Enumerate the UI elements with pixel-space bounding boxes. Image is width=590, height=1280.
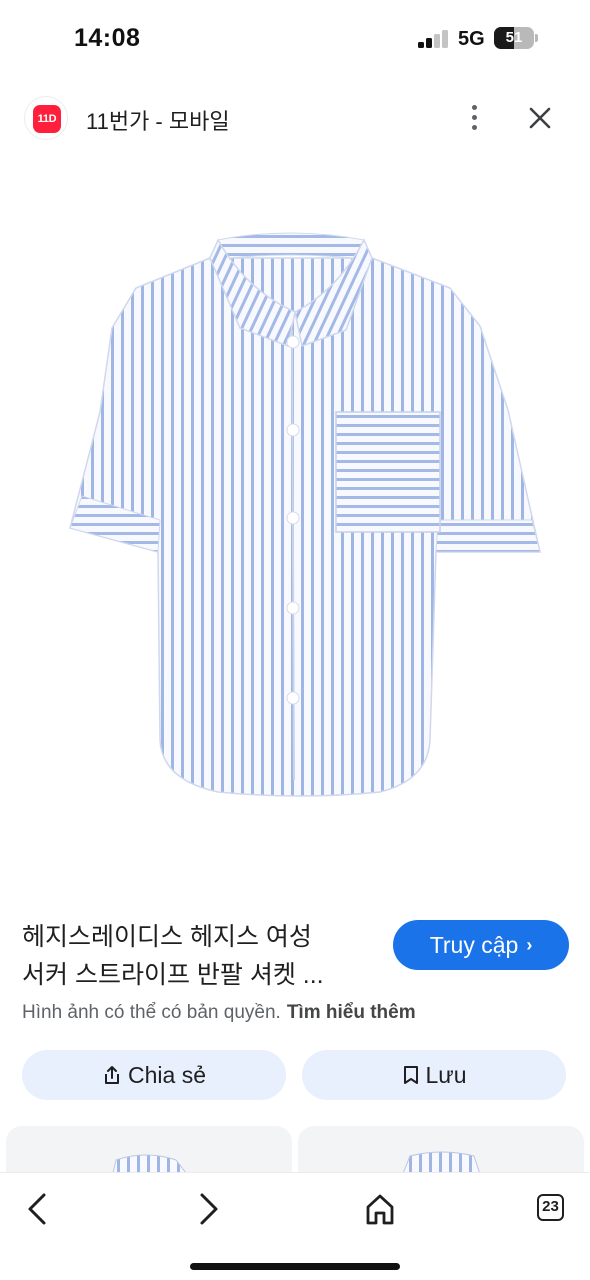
page-title: 11번가 - 모바일 [86,109,230,134]
share-icon [105,1066,119,1084]
save-button-label: Lưu [425,1062,467,1088]
visit-button[interactable]: Truy cập › [393,920,569,970]
signal-strength-icon [418,30,450,48]
forward-button[interactable] [186,1187,230,1231]
home-button[interactable] [358,1187,402,1231]
copyright-notice: Hình ảnh có thể có bản quyền. Tìm hiểu th… [22,1002,416,1024]
status-time: 14:08 [74,24,141,52]
tabs-button[interactable]: 23 [530,1187,574,1231]
battery-icon: 51 [494,27,538,49]
striped-shirt-image [69,232,541,797]
product-image[interactable] [40,180,550,860]
related-image-thumb[interactable] [6,1126,292,1176]
more-options-button[interactable] [456,98,492,138]
save-button[interactable]: Lưu [302,1050,566,1100]
site-logo-text: 11D [33,105,61,133]
chevron-left-icon [28,1193,46,1225]
network-type: 5G [458,28,485,50]
product-title-line2: 서커 스트라이프 반팔 셔켓 ... [22,961,324,989]
page-header: 11D 11번가 - 모바일 [0,88,590,148]
close-icon [529,107,551,129]
battery-percent: 51 [505,29,523,46]
browser-bottom-bar: 23 [0,1172,590,1280]
site-favicon: 11D [24,96,68,140]
striped-shirt-thumb [401,1151,482,1176]
bookmark-icon [403,1066,418,1084]
related-image-thumb[interactable] [298,1126,584,1176]
chevron-right-icon [200,1193,218,1225]
learn-more-link[interactable]: Tìm hiểu thêm [287,1002,416,1023]
status-bar: 14:08 5G 51 [0,0,590,82]
home-icon [366,1194,394,1225]
product-title-line1: 헤지스레이디스 헤지스 여성 [22,923,312,951]
product-title[interactable]: 헤지스레이디스 헤지스 여성 서커 스트라이프 반팔 셔켓 ... [22,918,382,994]
tab-count: 23 [537,1194,564,1221]
share-button[interactable]: Chia sẻ [22,1050,286,1100]
copyright-text: Hình ảnh có thể có bản quyền. [22,1002,281,1023]
related-images [0,1126,590,1176]
back-button[interactable] [16,1187,60,1231]
striped-shirt-thumb [111,1154,189,1176]
share-button-label: Chia sẻ [128,1062,206,1088]
chevron-right-icon: › [526,935,533,955]
close-button[interactable] [520,98,560,138]
visit-button-label: Truy cập [429,932,519,958]
home-indicator [190,1263,400,1270]
